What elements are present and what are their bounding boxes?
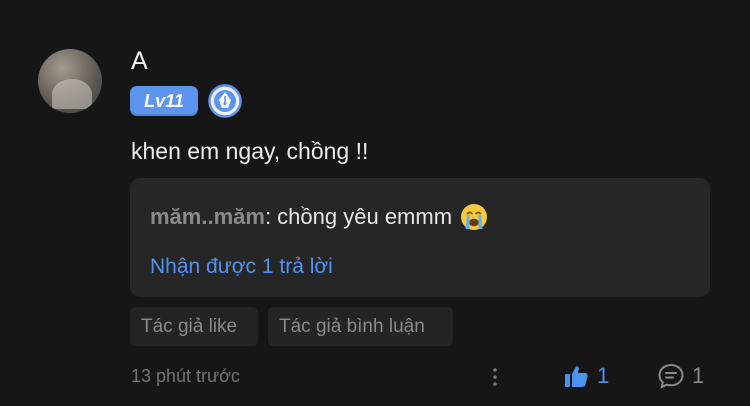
replies-count-link[interactable]: Nhận được 1 trả lời [150,252,333,282]
level-badge: Lv11 [130,86,198,116]
reply-author[interactable]: măm..măm [150,202,265,232]
avatar[interactable] [38,49,102,113]
loudly-crying-face-icon [461,204,488,230]
tag-author-commented: Tác giả bình luận [268,307,453,346]
username[interactable]: A [131,46,148,76]
comment-count: 1 [692,363,705,388]
reply-box[interactable]: măm..măm : chồng yêu emmm Nhận được 1 tr… [130,178,710,297]
comment-text: khen em ngay, chồng !! [131,138,369,164]
reply-preview: măm..măm : chồng yêu emmm [150,202,488,232]
tag-author-liked: Tác giả like [130,307,258,346]
vertical-dots-icon[interactable] [490,366,500,388]
reply-text: : chồng yêu emmm [264,204,453,229]
like-count: 1 [597,363,610,388]
comment-bubble-icon [658,363,684,389]
timestamp: 13 phút trước [131,366,240,386]
pen-nib-badge-icon [208,84,242,118]
like-button[interactable]: 1 [563,362,609,390]
comment-button[interactable]: 1 [657,362,704,390]
thumbs-up-icon [565,366,588,387]
